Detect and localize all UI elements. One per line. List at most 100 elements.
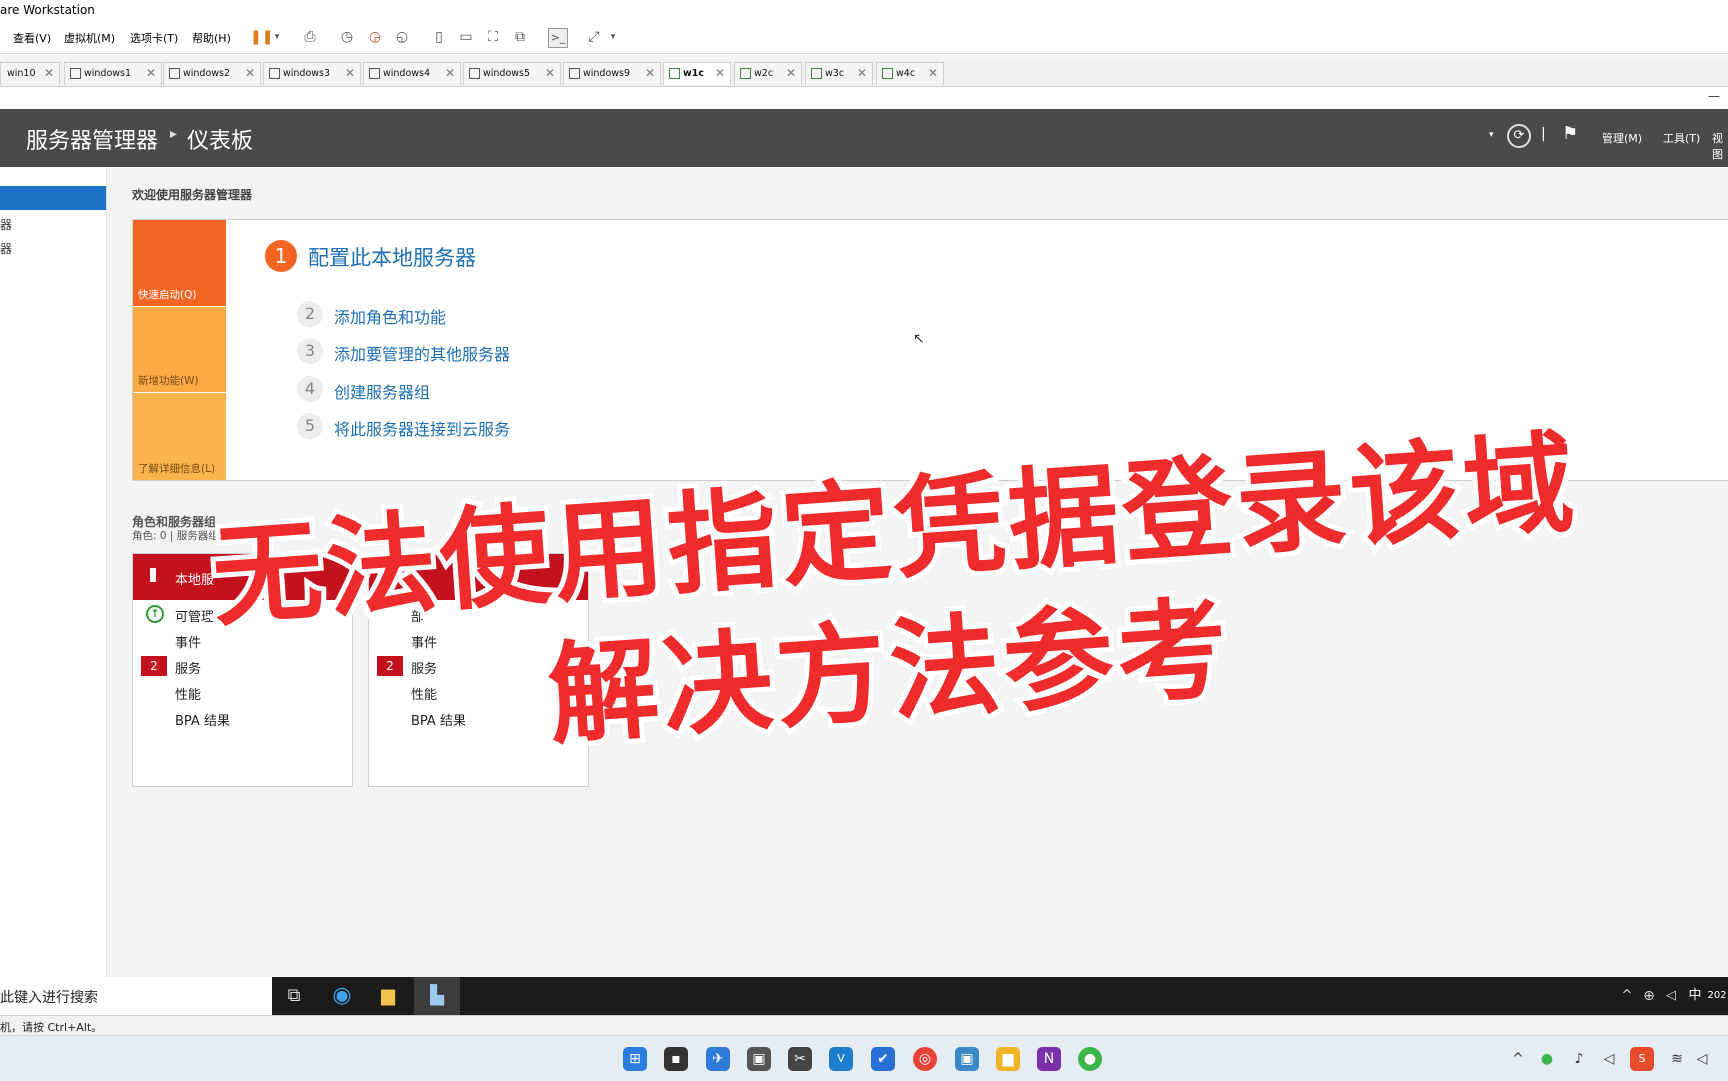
minimize-icon[interactable]: — — [1708, 89, 1720, 103]
sidebar-toggle-icon[interactable]: ▯ — [430, 28, 448, 46]
manageability-row[interactable]: 可管理 — [175, 606, 214, 625]
folder-icon[interactable]: ▆ — [996, 1047, 1020, 1071]
sidebar-item-dashboard[interactable] — [0, 186, 106, 210]
close-icon[interactable]: ✕ — [545, 66, 555, 80]
menu-tools[interactable]: 工具(T) — [1663, 130, 1700, 146]
events-row[interactable]: 事件 — [175, 632, 201, 651]
create-server-group-link[interactable]: 创建服务器组 — [334, 379, 430, 403]
performance-row[interactable]: 性能 — [411, 684, 437, 703]
bpa-results-row[interactable]: BPA 结果 — [411, 710, 466, 729]
close-icon[interactable]: ✕ — [857, 66, 867, 80]
tab-label: w2c — [754, 68, 774, 79]
feishu-icon[interactable]: ✈ — [706, 1047, 730, 1071]
chrome-icon[interactable]: ◎ — [913, 1047, 937, 1071]
learn-more-block[interactable]: 了解详细信息(L) — [133, 393, 226, 480]
server-manager-taskbar-icon[interactable]: ▙ — [414, 977, 460, 1015]
configure-local-server-link[interactable]: 配置此本地服务器 — [308, 242, 476, 272]
revert-snapshot-icon[interactable]: ◶ — [366, 28, 384, 46]
fullscreen-icon[interactable]: ⛶ — [484, 28, 502, 46]
windows-start-icon[interactable]: ⊞ — [623, 1047, 647, 1071]
guest-taskbar: 此键入进行搜索 ⧉ ◉ ▆ ▙ ^ ⊕ ◁ 中 202 — [0, 977, 1728, 1015]
wifi-icon[interactable]: ≋ — [1665, 1047, 1689, 1071]
screenshot-icon[interactable]: ▣ — [747, 1047, 771, 1071]
tab-label: windows2 — [183, 68, 231, 79]
unity-icon[interactable]: ⧉ — [511, 28, 529, 46]
menu-manage[interactable]: 管理(M) — [1602, 130, 1642, 146]
services-row[interactable]: 服务 — [175, 658, 201, 677]
tab-w4c[interactable]: w4c ✕ — [876, 62, 944, 85]
tab-win10[interactable]: win10 ✕ — [0, 62, 60, 85]
quick-start-block[interactable]: 快速启动(Q) — [133, 220, 226, 306]
tab-windows5[interactable]: windows5 ✕ — [463, 62, 561, 85]
tab-windows9[interactable]: windows9 ✕ — [563, 62, 661, 85]
snapshot-manager-icon[interactable]: ◵ — [393, 28, 411, 46]
notifications-flag-icon[interactable]: ⚑ — [1562, 123, 1578, 144]
add-roles-link[interactable]: 添加角色和功能 — [334, 304, 446, 328]
close-icon[interactable]: ✕ — [44, 66, 54, 80]
stretch-icon[interactable]: ⤢ — [585, 28, 603, 46]
snipping-icon[interactable]: ✂ — [788, 1047, 812, 1071]
volume-icon[interactable]: ◁ — [1658, 983, 1684, 1009]
whats-new-block[interactable]: 新增功能(W) — [133, 307, 226, 392]
vm-icon — [269, 68, 280, 79]
tab-windows2[interactable]: windows2 ✕ — [163, 62, 261, 85]
tab-w3c[interactable]: w3c ✕ — [805, 62, 873, 85]
close-icon[interactable]: ✕ — [928, 66, 938, 80]
sidebar-item-local-server[interactable]: 器 — [0, 216, 12, 233]
task-view-icon[interactable]: ⧉ — [281, 983, 307, 1009]
todo-icon[interactable]: ✔ — [871, 1047, 895, 1071]
bpa-results-row[interactable]: BPA 结果 — [175, 710, 230, 729]
send-keys-icon[interactable]: ⎙ — [301, 28, 319, 46]
thumbnail-icon[interactable]: ▭ — [457, 28, 475, 46]
snapshot-icon[interactable]: ◷ — [338, 28, 356, 46]
wechat-tray-icon[interactable]: ● — [1535, 1047, 1559, 1071]
events-row[interactable]: 事件 — [411, 632, 437, 651]
services-row[interactable]: 服务 — [411, 658, 437, 677]
menu-vm[interactable]: 虚拟机(M) — [64, 30, 115, 46]
window-title: are Workstation — [0, 3, 95, 17]
search-placeholder: 此键入进行搜索 — [0, 990, 98, 1006]
step-number: 2 — [297, 301, 323, 327]
pause-icon[interactable]: ❚❚ — [250, 28, 273, 46]
sidebar-item-all-servers[interactable]: 器 — [0, 240, 12, 257]
vm-icon — [469, 68, 480, 79]
add-servers-link[interactable]: 添加要管理的其他服务器 — [334, 341, 510, 365]
tab-w1c[interactable]: w1c ✕ — [663, 62, 731, 85]
menu-view[interactable]: 视图 — [1712, 130, 1728, 162]
close-icon[interactable]: ✕ — [245, 66, 255, 80]
close-icon[interactable]: ✕ — [146, 66, 156, 80]
console-icon[interactable]: >_ — [548, 28, 568, 48]
microphone-icon[interactable]: ♪ — [1567, 1047, 1591, 1071]
volume-icon[interactable]: ◁ — [1597, 1047, 1621, 1071]
tab-windows4[interactable]: windows4 ✕ — [363, 62, 461, 85]
tab-windows1[interactable]: windows1 ✕ — [64, 62, 162, 85]
close-icon[interactable]: ✕ — [715, 66, 725, 80]
menu-tabs[interactable]: 选项卡(T) — [130, 30, 178, 46]
wechat-icon[interactable]: ● — [1078, 1047, 1102, 1071]
sogou-ime-icon[interactable]: S — [1630, 1047, 1654, 1071]
connect-cloud-link[interactable]: 将此服务器连接到云服务 — [334, 416, 510, 440]
tray-chevron-icon[interactable]: ^ — [1506, 1047, 1530, 1071]
vmware-titlebar: are Workstation — [0, 0, 1728, 20]
edge-icon[interactable]: ◉ — [329, 983, 355, 1009]
chevron-down-icon[interactable]: ▾ — [1489, 130, 1494, 140]
close-icon[interactable]: ✕ — [786, 66, 796, 80]
speaker-icon[interactable]: ◁ — [1690, 1047, 1714, 1071]
menu-view[interactable]: 查看(V) — [13, 30, 51, 46]
menu-help[interactable]: 帮助(H) — [192, 30, 231, 46]
vmware-icon[interactable]: ▣ — [955, 1047, 979, 1071]
tab-w2c[interactable]: w2c ✕ — [734, 62, 802, 85]
performance-row[interactable]: 性能 — [175, 684, 201, 703]
refresh-icon[interactable]: ⟳ — [1507, 124, 1531, 148]
close-icon[interactable]: ✕ — [345, 66, 355, 80]
chevron-down-icon[interactable]: ▾ — [268, 28, 286, 46]
close-icon[interactable]: ✕ — [445, 66, 455, 80]
close-icon[interactable]: ✕ — [645, 66, 655, 80]
onenote-icon[interactable]: N — [1037, 1047, 1061, 1071]
search-box[interactable]: 此键入进行搜索 — [0, 977, 272, 1015]
terminal-icon[interactable]: ▪ — [664, 1047, 688, 1071]
tab-windows3[interactable]: windows3 ✕ — [263, 62, 361, 85]
file-explorer-icon[interactable]: ▆ — [375, 983, 401, 1009]
chevron-down-icon[interactable]: ▾ — [604, 28, 622, 46]
vs-code-icon[interactable]: V — [829, 1047, 853, 1071]
